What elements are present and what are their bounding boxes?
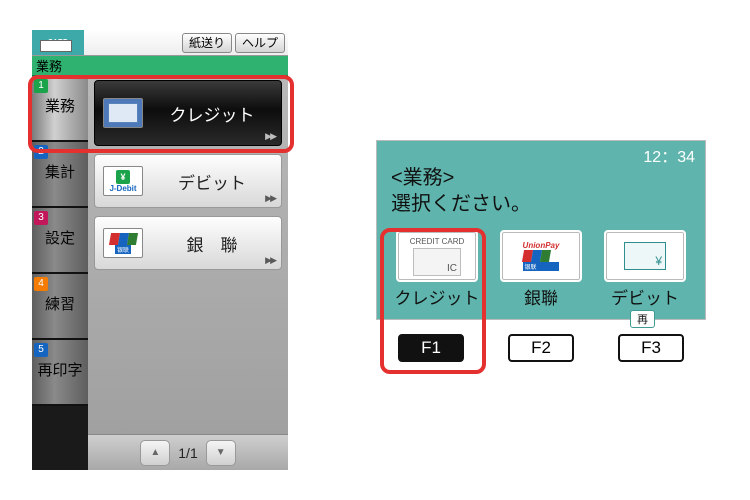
menu-label: 銀 聯 — [151, 231, 273, 256]
unionpay-icon: 银联 — [103, 228, 143, 258]
unionpay-text: 银联 — [523, 262, 560, 271]
top-bar: CARD 紙送り ヘルプ — [32, 30, 288, 56]
sidebar-tab-shuukei[interactable]: 2 集計 — [32, 142, 88, 208]
menu-label: クレジット — [151, 101, 273, 126]
option-label: デビット — [611, 284, 679, 309]
sidebar-tab-settei[interactable]: 3 設定 — [32, 208, 88, 274]
option-label: 銀聯 — [524, 284, 558, 309]
tab-number: 2 — [34, 145, 48, 159]
paper-feed-button[interactable]: 紙送り — [182, 33, 232, 53]
menu-item-debit[interactable]: ¥ J-Debit デビット ▶▶ — [94, 154, 282, 208]
unionpay-caption: UnionPay — [523, 241, 560, 250]
option-label: クレジット — [395, 284, 480, 309]
tab-number: 3 — [34, 211, 48, 225]
sidebar: 1 業務 2 集計 3 設定 4 練習 5 再印字 — [32, 76, 88, 470]
tab-number: 5 — [34, 343, 48, 357]
tab-label: 再印字 — [34, 359, 86, 380]
tab-label: 設定 — [34, 227, 86, 248]
sidebar-tab-gyoumu[interactable]: 1 業務 — [32, 76, 88, 142]
unionpay-icon: UnionPay 银联 — [500, 230, 582, 282]
sidebar-tab-renshuu[interactable]: 4 練習 — [32, 274, 88, 340]
prompt-text: <業務> 選択ください。 — [391, 165, 531, 217]
option-unionpay[interactable]: UnionPay 银联 銀聯 — [495, 230, 587, 309]
menu-item-unionpay[interactable]: 银联 銀 聯 ▶▶ — [94, 216, 282, 270]
page-down-button[interactable]: ▼ — [206, 440, 236, 466]
chevron-right-icon: ▶▶ — [265, 193, 275, 204]
main-menu: クレジット ▶▶ ¥ J-Debit デビット ▶▶ 银联 — [88, 76, 288, 470]
body: 1 業務 2 集計 3 設定 4 練習 5 再印字 クレジッ — [32, 76, 288, 470]
credit-card-icon — [103, 98, 143, 128]
tab-number: 4 — [34, 277, 48, 291]
menu-item-credit[interactable]: クレジット ▶▶ — [94, 80, 282, 146]
jdebit-icon: ¥ J-Debit — [103, 166, 143, 196]
page-up-button[interactable]: ▲ — [140, 440, 170, 466]
card-options: CREDIT CARD クレジット UnionPay 银联 銀聯 — [377, 230, 705, 309]
card-status-label: CARD — [48, 39, 68, 46]
help-button[interactable]: ヘルプ — [235, 33, 285, 53]
tab-number: 1 — [34, 79, 48, 93]
debit-icon — [604, 230, 686, 282]
function-keys: F1 F2 F3 — [376, 334, 706, 362]
card-status-icon: CARD — [32, 30, 84, 55]
sai-badge: 再 — [630, 310, 655, 328]
clock: 12：34 — [643, 143, 695, 167]
chevron-right-icon: ▶▶ — [265, 131, 275, 142]
screen: 12：34 <業務> 選択ください。 CREDIT CARD クレジット Uni… — [376, 140, 706, 320]
fkey-f3[interactable]: F3 — [618, 334, 684, 362]
option-credit[interactable]: CREDIT CARD クレジット — [391, 230, 483, 309]
terminal-left: CARD 紙送り ヘルプ 業務 1 業務 2 集計 3 設定 4 練習 — [32, 30, 288, 470]
tab-label: 業務 — [34, 95, 86, 116]
credit-caption: CREDIT CARD — [410, 237, 465, 246]
terminal-right: 12：34 <業務> 選択ください。 CREDIT CARD クレジット Uni… — [376, 140, 706, 370]
prompt-line1: <業務> — [391, 167, 454, 189]
option-debit[interactable]: デビット — [599, 230, 691, 309]
chevron-right-icon: ▶▶ — [265, 255, 275, 266]
fkey-f2[interactable]: F2 — [508, 334, 574, 362]
jdebit-text: J-Debit — [109, 184, 136, 193]
unionpay-text: 银联 — [115, 245, 131, 254]
section-title-bar: 業務 — [32, 56, 288, 76]
credit-ic-icon: CREDIT CARD — [396, 230, 478, 282]
sidebar-tab-saiinji[interactable]: 5 再印字 — [32, 340, 88, 406]
section-title: 業務 — [36, 56, 62, 75]
prompt-line2: 選択ください。 — [391, 193, 531, 215]
pager: ▲ 1/1 ▼ — [88, 434, 288, 470]
page-indicator: 1/1 — [178, 445, 197, 461]
tab-label: 集計 — [34, 161, 86, 182]
tab-label: 練習 — [34, 293, 86, 314]
menu-label: デビット — [151, 169, 273, 194]
fkey-f1[interactable]: F1 — [398, 334, 464, 362]
